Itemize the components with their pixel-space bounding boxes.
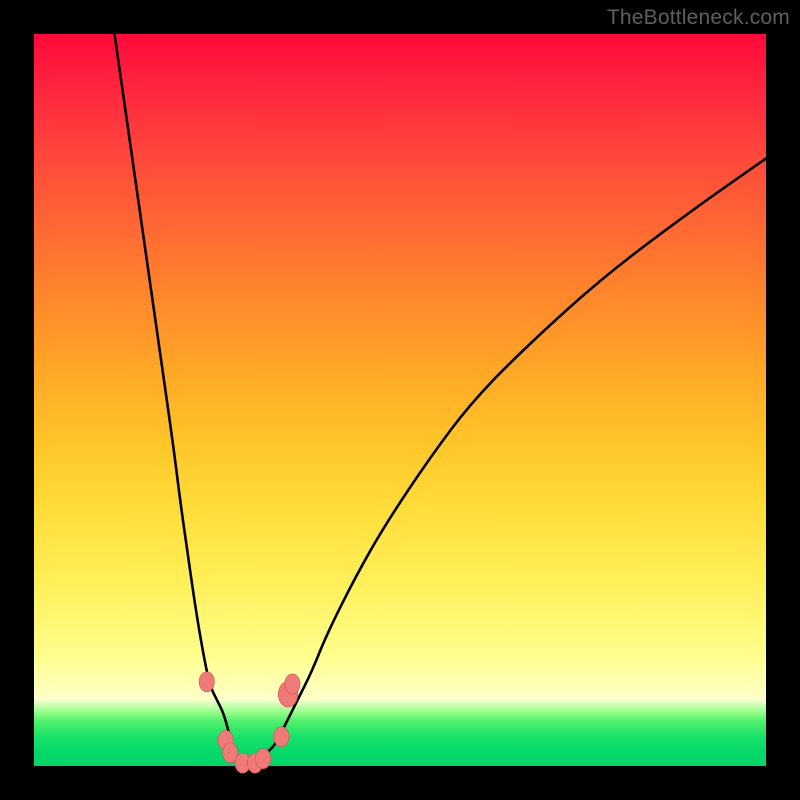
curve-marker: [255, 749, 270, 769]
curve-marker: [285, 674, 300, 694]
curve-marker: [274, 727, 289, 747]
chart-frame: TheBottleneck.com: [0, 0, 800, 800]
bottleneck-curve: [115, 34, 766, 766]
curve-marker: [199, 672, 214, 692]
bottleneck-curve-svg: [34, 34, 766, 766]
plot-area: [34, 34, 766, 766]
watermark-text: TheBottleneck.com: [607, 6, 790, 30]
